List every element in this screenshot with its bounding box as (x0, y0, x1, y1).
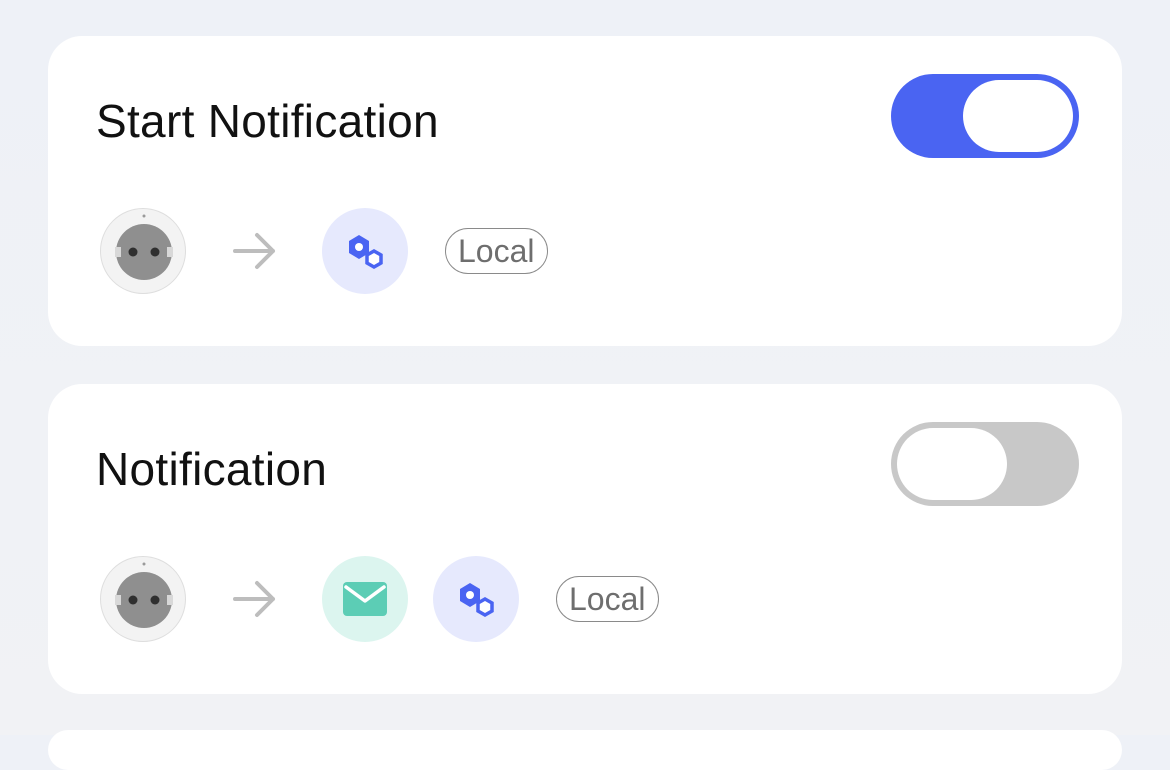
smart-plug-icon (100, 208, 186, 294)
arrow-right-icon (233, 231, 279, 271)
automation-title: Notification (96, 443, 328, 495)
arrow-right-icon (233, 579, 279, 619)
mail-icon (322, 556, 408, 642)
local-badge: Local (445, 228, 548, 274)
local-badge: Local (556, 576, 659, 622)
smart-plug-icon (100, 556, 186, 642)
automation-card[interactable]: Notification Local (48, 384, 1122, 694)
enable-toggle[interactable] (891, 74, 1079, 158)
enable-toggle[interactable] (891, 422, 1079, 506)
toggle-knob (897, 428, 1007, 500)
automation-card[interactable]: Start Notification Local (48, 36, 1122, 346)
toggle-knob (963, 80, 1073, 152)
hub-icon (322, 208, 408, 294)
automation-title: Start Notification (96, 95, 439, 147)
automation-card-partial[interactable] (48, 730, 1122, 770)
hub-icon (433, 556, 519, 642)
